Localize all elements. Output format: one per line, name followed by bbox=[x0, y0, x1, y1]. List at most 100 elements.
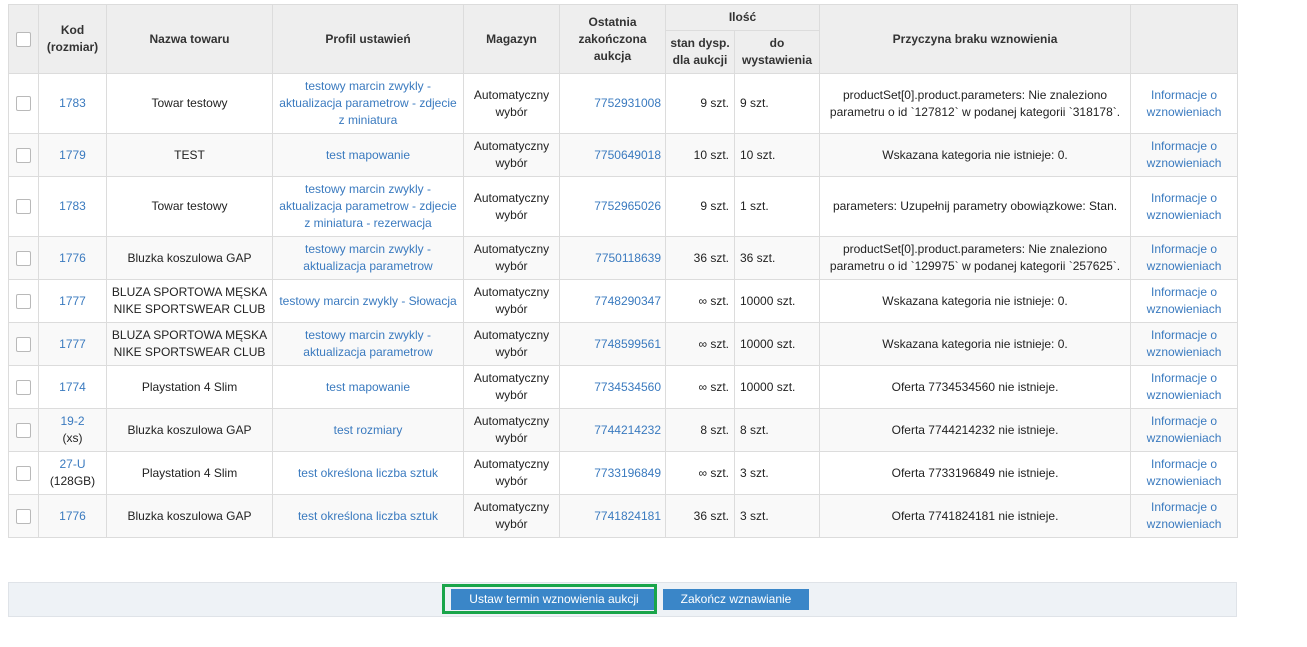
magazyn-cell: Automatyczny wybór bbox=[463, 365, 560, 409]
row-select-cell[interactable] bbox=[8, 494, 39, 538]
row-checkbox[interactable] bbox=[16, 293, 31, 309]
info-link[interactable]: Informacje o wznowieniach bbox=[1147, 371, 1222, 402]
info-link[interactable]: Informacje o wznowieniach bbox=[1147, 414, 1222, 445]
kod-link[interactable]: 1783 bbox=[59, 199, 86, 213]
profil-link[interactable]: testowy marcin zwykly - aktualizacja par… bbox=[279, 182, 456, 230]
row-select-cell[interactable] bbox=[8, 133, 39, 177]
stan-cell: 9 szt. bbox=[665, 73, 735, 134]
kod-link[interactable]: 19-2 bbox=[60, 414, 84, 428]
kod-cell: 1776 bbox=[38, 494, 107, 538]
aukcja-link[interactable]: 7744214232 bbox=[594, 423, 661, 437]
rozmiar-text: (128GB) bbox=[49, 474, 96, 488]
header-magazyn: Magazyn bbox=[463, 4, 560, 74]
kod-cell: 1779 bbox=[38, 133, 107, 177]
kod-link[interactable]: 1779 bbox=[59, 148, 86, 162]
header-nazwa: Nazwa towaru bbox=[106, 4, 273, 74]
info-link[interactable]: Informacje o wznowieniach bbox=[1147, 328, 1222, 359]
profil-link[interactable]: testowy marcin zwykly - aktualizacja par… bbox=[303, 328, 432, 359]
aukcja-link[interactable]: 7748290347 bbox=[594, 294, 661, 308]
kod-cell: 1777 bbox=[38, 322, 107, 366]
aukcja-cell: 7752931008 bbox=[559, 73, 666, 134]
action-bar: Ustaw termin wznowienia aukcji Zakończ w… bbox=[8, 582, 1237, 617]
do-cell: 3 szt. bbox=[733, 494, 821, 538]
profil-link[interactable]: test mapowanie bbox=[326, 380, 410, 394]
kod-link[interactable]: 1777 bbox=[59, 337, 86, 351]
nazwa-cell: Towar testowy bbox=[106, 73, 273, 134]
row-select-cell[interactable] bbox=[8, 408, 39, 452]
finish-resuming-button[interactable]: Zakończ wznawianie bbox=[663, 589, 809, 610]
info-cell: Informacje o wznowieniach bbox=[1130, 133, 1239, 177]
header-profil: Profil ustawień bbox=[272, 4, 464, 74]
row-select-cell[interactable] bbox=[8, 279, 39, 323]
kod-link[interactable]: 27-U bbox=[59, 457, 85, 471]
table-row: 1774 Playstation 4 Slim test mapowanie Auto… bbox=[8, 365, 1239, 409]
aukcja-link[interactable]: 7733196849 bbox=[594, 466, 661, 480]
profil-link[interactable]: testowy marcin zwykly - aktualizacja par… bbox=[279, 79, 456, 127]
aukcja-link[interactable]: 7752965026 bbox=[594, 199, 661, 213]
table-row: 1776 Bluzka koszulowa GAP test określona l… bbox=[8, 494, 1239, 538]
row-checkbox[interactable] bbox=[16, 379, 31, 395]
do-cell: 36 szt. bbox=[733, 236, 821, 280]
row-checkbox[interactable] bbox=[16, 147, 31, 163]
table-row: 1779 TEST test mapowanie Automatyczny wybór… bbox=[8, 133, 1239, 177]
nazwa-cell: Towar testowy bbox=[106, 176, 273, 237]
aukcja-link[interactable]: 7748599561 bbox=[594, 337, 661, 351]
aukcja-link[interactable]: 7741824181 bbox=[594, 509, 661, 523]
row-checkbox[interactable] bbox=[16, 96, 31, 112]
info-link[interactable]: Informacje o wznowieniach bbox=[1147, 500, 1222, 531]
row-select-cell[interactable] bbox=[8, 236, 39, 280]
profil-link[interactable]: test określona liczba sztuk bbox=[298, 509, 438, 523]
stan-cell: ∞ szt. bbox=[665, 365, 735, 409]
przyczyna-cell: Oferta 7733196849 nie istnieje. bbox=[819, 451, 1132, 495]
row-checkbox[interactable] bbox=[16, 422, 31, 438]
table-body: 1783 Towar testowy testowy marcin zwykly -… bbox=[8, 73, 1239, 538]
row-checkbox[interactable] bbox=[16, 508, 31, 524]
kod-link[interactable]: 1776 bbox=[59, 509, 86, 523]
table-row: 1783 Towar testowy testowy marcin zwykly -… bbox=[8, 73, 1239, 134]
info-link[interactable]: Informacje o wznowieniach bbox=[1147, 242, 1222, 273]
kod-link[interactable]: 1777 bbox=[59, 294, 86, 308]
row-select-cell[interactable] bbox=[8, 451, 39, 495]
profil-link[interactable]: testowy marcin zwykly - Słowacja bbox=[279, 294, 456, 308]
profil-cell: testowy marcin zwykly - aktualizacja par… bbox=[272, 73, 464, 134]
info-link[interactable]: Informacje o wznowieniach bbox=[1147, 191, 1222, 222]
profil-link[interactable]: test rozmiary bbox=[334, 423, 403, 437]
aukcja-link[interactable]: 7750649018 bbox=[594, 148, 661, 162]
row-checkbox[interactable] bbox=[16, 336, 31, 352]
info-link[interactable]: Informacje o wznowieniach bbox=[1147, 88, 1222, 119]
row-select-cell[interactable] bbox=[8, 365, 39, 409]
info-link[interactable]: Informacje o wznowieniach bbox=[1147, 139, 1222, 170]
stan-cell: ∞ szt. bbox=[665, 279, 735, 323]
aukcja-link[interactable]: 7750118639 bbox=[595, 251, 661, 265]
kod-cell: 1777 bbox=[38, 279, 107, 323]
kod-link[interactable]: 1776 bbox=[59, 251, 86, 265]
stan-cell: 36 szt. bbox=[665, 236, 735, 280]
aukcja-cell: 7733196849 bbox=[559, 451, 666, 495]
profil-link[interactable]: testowy marcin zwykly - aktualizacja par… bbox=[303, 242, 432, 273]
row-checkbox[interactable] bbox=[16, 199, 31, 215]
profil-link[interactable]: test mapowanie bbox=[326, 148, 410, 162]
row-select-cell[interactable] bbox=[8, 73, 39, 134]
row-checkbox[interactable] bbox=[16, 250, 31, 266]
kod-link[interactable]: 1783 bbox=[59, 96, 86, 110]
profil-cell: test rozmiary bbox=[272, 408, 464, 452]
row-select-cell[interactable] bbox=[8, 322, 39, 366]
magazyn-cell: Automatyczny wybór bbox=[463, 279, 560, 323]
magazyn-cell: Automatyczny wybór bbox=[463, 73, 560, 134]
do-cell: 8 szt. bbox=[733, 408, 821, 452]
przyczyna-cell: Oferta 7744214232 nie istnieje. bbox=[819, 408, 1132, 452]
info-link[interactable]: Informacje o wznowieniach bbox=[1147, 285, 1222, 316]
info-cell: Informacje o wznowieniach bbox=[1130, 365, 1239, 409]
info-link[interactable]: Informacje o wznowieniach bbox=[1147, 457, 1222, 488]
info-cell: Informacje o wznowieniach bbox=[1130, 236, 1239, 280]
do-cell: 10000 szt. bbox=[733, 365, 821, 409]
aukcja-link[interactable]: 7734534560 bbox=[594, 380, 661, 394]
select-all-checkbox[interactable] bbox=[16, 31, 31, 47]
row-select-cell[interactable] bbox=[8, 176, 39, 237]
aukcja-link[interactable]: 7752931008 bbox=[594, 96, 661, 110]
set-resume-term-button[interactable]: Ustaw termin wznowienia aukcji bbox=[451, 589, 657, 610]
profil-link[interactable]: test określona liczba sztuk bbox=[298, 466, 438, 480]
kod-link[interactable]: 1774 bbox=[59, 380, 86, 394]
select-all-cell[interactable] bbox=[8, 4, 39, 74]
row-checkbox[interactable] bbox=[16, 465, 31, 481]
